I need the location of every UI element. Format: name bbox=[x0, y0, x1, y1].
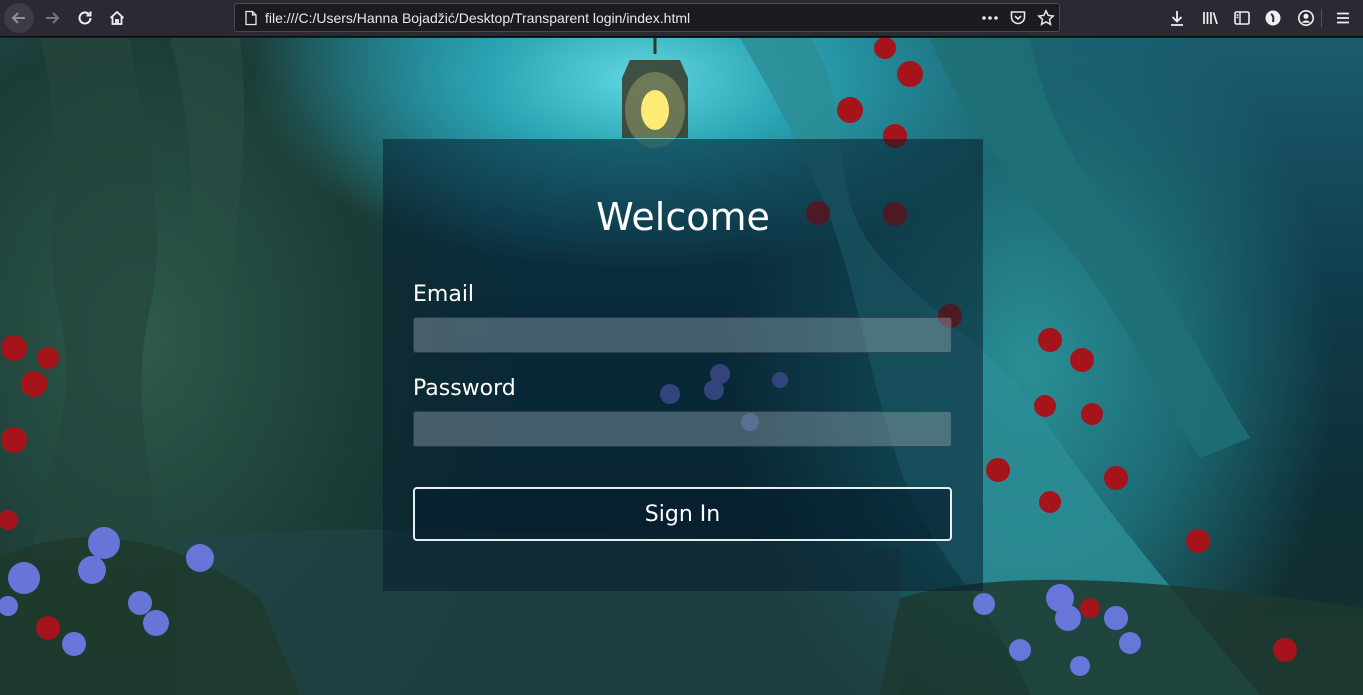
email-field[interactable] bbox=[413, 317, 952, 353]
pocket-icon[interactable] bbox=[1009, 9, 1027, 27]
star-icon[interactable] bbox=[1037, 9, 1055, 27]
back-arrow-icon bbox=[11, 12, 25, 24]
home-button[interactable] bbox=[102, 3, 132, 33]
url-text[interactable]: file:///C:/Users/Hanna Bojadžić/Desktop/… bbox=[265, 10, 690, 26]
password-label: Password bbox=[413, 376, 516, 401]
address-bar[interactable]: file:///C:/Users/Hanna Bojadžić/Desktop/… bbox=[234, 3, 1060, 32]
toolbar-separator bbox=[1321, 9, 1322, 27]
home-icon bbox=[109, 10, 125, 25]
account-icon[interactable] bbox=[1297, 9, 1315, 27]
browser-toolbar: file:///C:/Users/Hanna Bojadžić/Desktop/… bbox=[0, 0, 1363, 37]
extension-icon[interactable] bbox=[1264, 9, 1282, 27]
welcome-heading: Welcome bbox=[596, 195, 770, 239]
page-icon bbox=[245, 10, 257, 26]
library-icon[interactable] bbox=[1201, 9, 1219, 27]
forward-button[interactable] bbox=[37, 3, 67, 33]
reload-icon bbox=[78, 11, 92, 25]
more-dots-icon[interactable] bbox=[981, 9, 999, 27]
back-button[interactable] bbox=[4, 3, 34, 33]
sign-in-button[interactable]: Sign In bbox=[413, 487, 952, 541]
login-card: Welcome Email Password Sign In bbox=[383, 139, 983, 591]
password-field[interactable] bbox=[413, 411, 952, 447]
email-label: Email bbox=[413, 282, 475, 307]
sidebar-icon[interactable] bbox=[1233, 9, 1251, 27]
reload-button[interactable] bbox=[70, 3, 100, 33]
download-icon[interactable] bbox=[1168, 9, 1186, 27]
page-viewport: Welcome Email Password Sign In bbox=[0, 38, 1363, 695]
forward-arrow-icon bbox=[46, 12, 60, 24]
hamburger-menu-icon[interactable] bbox=[1334, 9, 1352, 27]
